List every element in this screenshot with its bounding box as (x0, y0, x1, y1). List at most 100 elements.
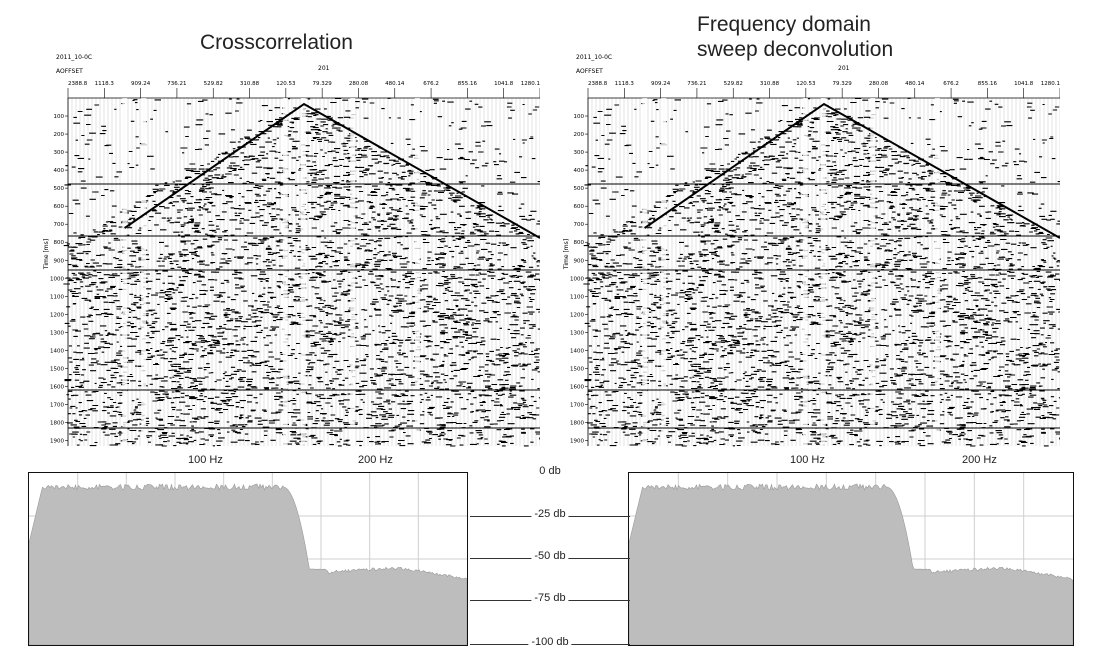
time-tick-label: 1600 (570, 384, 584, 390)
time-tick-label: 900 (574, 258, 585, 264)
time-tick-label: 100 (54, 114, 65, 120)
time-tick-label: 700 (574, 222, 585, 228)
db-label: 0 db (536, 465, 564, 477)
time-tick-label: 1900 (570, 439, 584, 445)
offset-tick-label: 2388.8 (588, 81, 608, 87)
offset-tick-label: 1118.3 (615, 81, 635, 87)
time-tick-label: 1000 (570, 276, 584, 282)
offset-tick-label: 855.16 (978, 81, 998, 87)
header-label: AOFFSET (56, 68, 83, 75)
amplitude-spectrum-area (29, 483, 467, 645)
dead-trace (122, 98, 128, 446)
dead-trace (350, 98, 356, 446)
offset-tick-label: 1280.1 (521, 81, 540, 87)
db-label: -25 db (531, 508, 569, 520)
time-tick-label: 400 (574, 168, 585, 174)
dead-trace (934, 98, 940, 446)
offset-tick-label: 2388.8 (68, 81, 88, 87)
dead-trace (300, 98, 306, 446)
time-tick-label: 600 (54, 204, 65, 210)
time-tick-label: 500 (574, 186, 585, 192)
time-tick-label: 700 (54, 222, 65, 228)
shot-marker: 201 (838, 65, 850, 72)
time-tick-label: 1800 (570, 421, 584, 427)
time-tick-label: 600 (574, 204, 585, 210)
offset-tick-label: 1118.3 (95, 81, 115, 87)
dead-trace (820, 98, 826, 446)
freq-label-100-left: 100 Hz (188, 454, 223, 466)
time-tick-label: 300 (54, 150, 65, 156)
header-id: 2011_10-0C (576, 54, 612, 61)
right-title-line-1: Frequency domain (697, 13, 871, 36)
time-tick-label: 1700 (50, 403, 64, 409)
time-axis-label: Time [ms] (563, 239, 570, 270)
offset-tick-label: 79.329 (833, 81, 853, 87)
offset-tick-label: 310.88 (240, 81, 260, 87)
time-tick-label: 1100 (570, 294, 584, 300)
dead-trace (141, 98, 147, 446)
offset-tick-label: 280.08 (869, 81, 889, 87)
seismic-gather-left: 2011_10-0C AOFFSET 201 2388.8 1118.3 909.24 73… (43, 54, 540, 447)
seismic-gather-right: 2011_10-0C AOFFSET 201 2388.8 1118.3 909.24 73… (563, 54, 1060, 447)
time-tick-label: 400 (54, 168, 65, 174)
time-tick-label: 800 (574, 240, 585, 246)
time-tick-label: 800 (54, 240, 65, 246)
offset-tick-label: 1041.8 (494, 81, 514, 87)
time-tick-label: 500 (54, 186, 65, 192)
time-tick-label: 1900 (50, 439, 64, 445)
time-tick-label: 1700 (570, 403, 584, 409)
offset-tick-label: 1280.1 (1041, 81, 1060, 87)
time-tick-label: 1100 (50, 294, 64, 300)
offset-tick-label: 909.24 (131, 81, 151, 87)
offset-tick-label: 480.14 (905, 81, 925, 87)
dead-trace (414, 98, 420, 446)
db-label: -50 db (531, 550, 569, 562)
time-tick-label: 1300 (570, 330, 584, 336)
dead-trace (282, 98, 288, 446)
seismic-panel-left: 2011_10-0C AOFFSET 201 2388.8 1118.3 909.24 73… (40, 48, 540, 448)
amplitude-spectrum-left (29, 473, 467, 645)
time-tick-label: 200 (54, 132, 65, 138)
freq-label-200-left: 200 Hz (358, 454, 393, 466)
offset-tick-label: 676.2 (423, 81, 439, 87)
amplitude-spectrum-right (629, 473, 1073, 645)
offset-tick-label: 529.82 (724, 81, 743, 87)
time-tick-label: 200 (574, 132, 585, 138)
offset-tick-label: 120.53 (276, 81, 296, 87)
time-tick-label: 1800 (50, 421, 64, 427)
db-label: -100 db (528, 636, 572, 648)
offset-tick-label: 909.24 (651, 81, 671, 87)
offset-tick-label: 480.14 (385, 81, 405, 87)
first-break-arrival (644, 102, 1060, 239)
freq-label-100-right: 100 Hz (790, 454, 825, 466)
db-label: -75 db (531, 592, 569, 604)
offset-tick-label: 676.2 (943, 81, 959, 87)
time-tick-label: 900 (54, 258, 65, 264)
offset-tick-label: 79.329 (313, 81, 333, 87)
time-tick-label: 300 (574, 150, 585, 156)
time-tick-label: 100 (574, 114, 585, 120)
time-tick-label: 1500 (570, 366, 584, 372)
offset-tick-label: 736.21 (687, 81, 706, 87)
time-tick-label: 1600 (50, 384, 64, 390)
offset-tick-label: 529.82 (204, 81, 223, 87)
dead-trace (642, 98, 648, 446)
offset-tick-label: 280.08 (349, 81, 369, 87)
shot-marker: 201 (318, 65, 330, 72)
time-tick-label: 1300 (50, 330, 64, 336)
time-tick-label: 1000 (50, 276, 64, 282)
offset-tick-label: 1041.8 (1014, 81, 1034, 87)
amplitude-spectrum-area (629, 483, 1073, 645)
time-tick-label: 1200 (570, 312, 584, 318)
dead-trace (802, 98, 808, 446)
dead-trace (661, 98, 667, 446)
time-tick-label: 1400 (570, 348, 584, 354)
offset-tick-label: 120.53 (796, 81, 816, 87)
spectrum-right (628, 472, 1074, 646)
time-tick-label: 1500 (50, 366, 64, 372)
time-axis-label: Time [ms] (43, 239, 50, 270)
offset-tick-label: 310.88 (760, 81, 780, 87)
time-tick-label: 1400 (50, 348, 64, 354)
offset-tick-label: 855.16 (458, 81, 478, 87)
time-tick-label: 1200 (50, 312, 64, 318)
